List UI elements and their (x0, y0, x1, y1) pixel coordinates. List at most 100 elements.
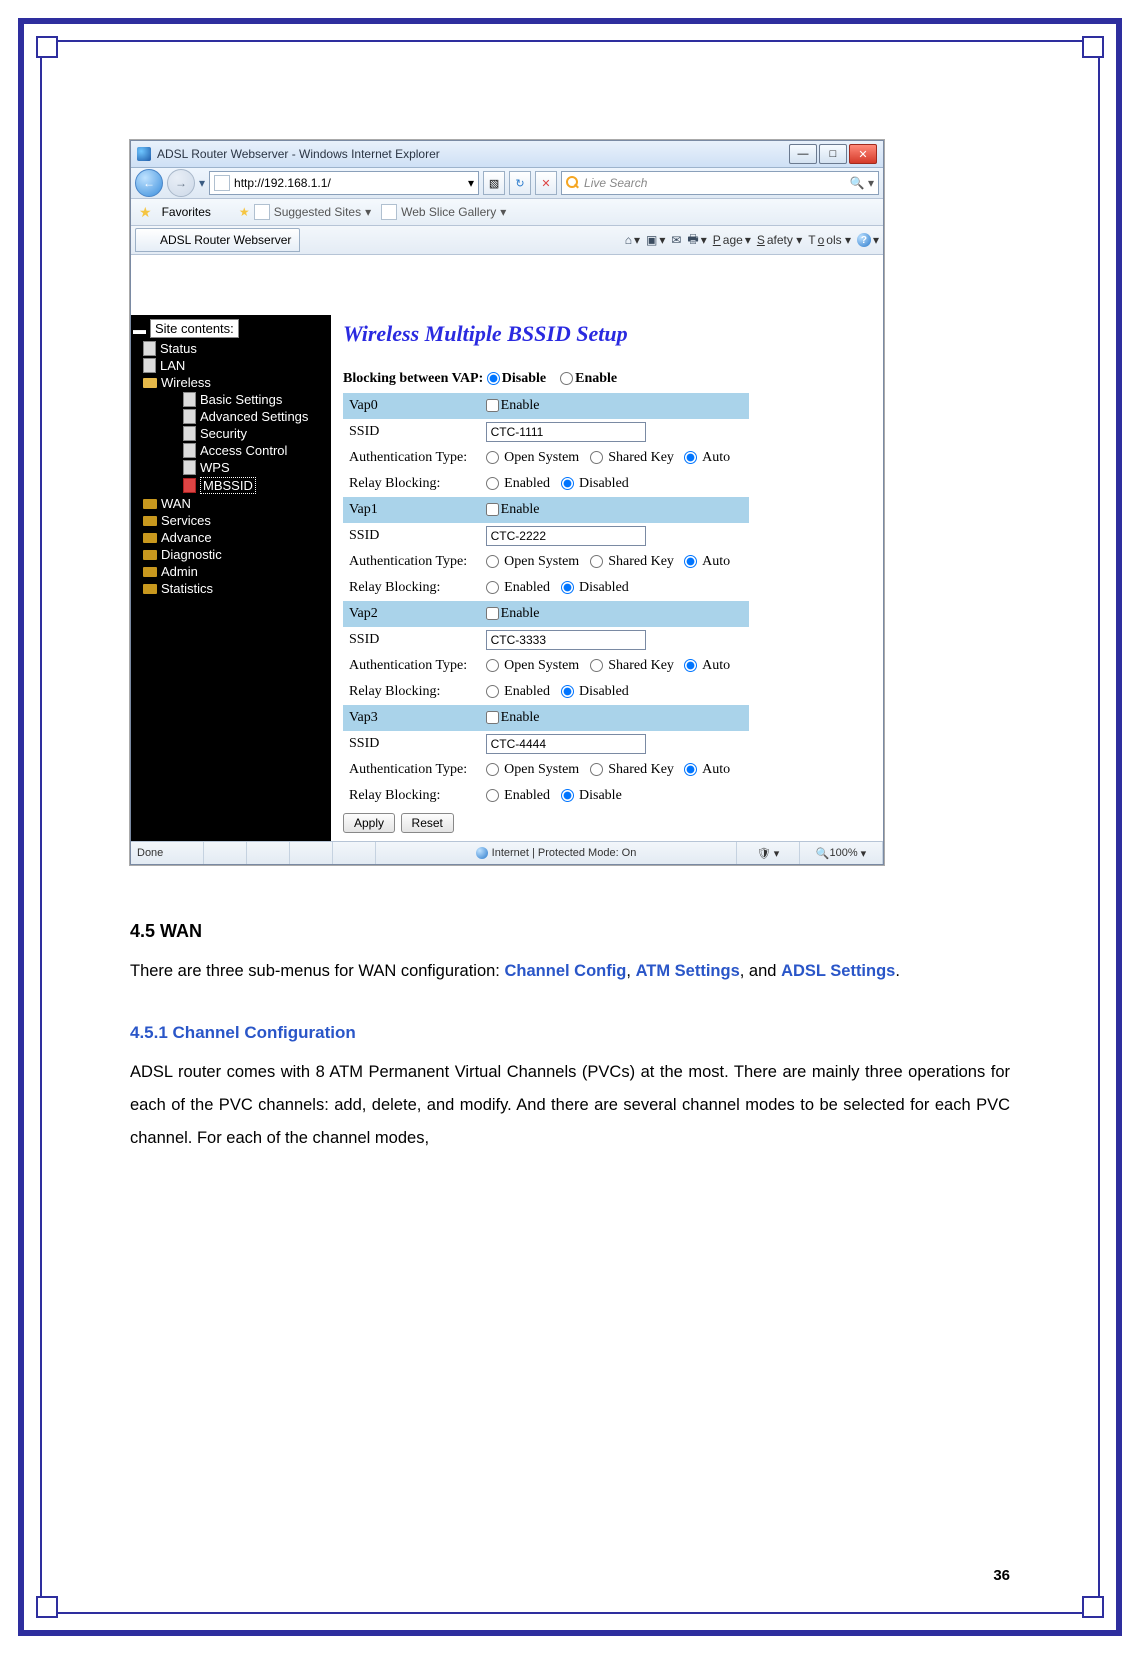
folder-icon (143, 499, 157, 509)
tree-item-wan[interactable]: WAN (131, 495, 331, 512)
vap0-relay-disabled-radio[interactable] (561, 477, 574, 490)
refresh-button[interactable]: ↻ (509, 171, 531, 195)
reset-button[interactable]: Reset (401, 813, 454, 833)
vap2-auth-shared-radio[interactable] (590, 659, 603, 672)
blocking-row: Blocking between VAP: Disable Enable (343, 371, 871, 387)
blocking-enable-radio[interactable] (560, 372, 573, 385)
doc-body: 4.5 WAN There are three sub-menus for WA… (130, 913, 1010, 1155)
status-zone: Internet | Protected Mode: On (492, 847, 637, 859)
doc-paragraph: There are three sub-menus for WAN config… (130, 955, 1010, 988)
home-button[interactable]: ⌂ ▾ (625, 233, 640, 247)
favorites-label[interactable]: Favorites (162, 205, 211, 219)
tree-item-access-control[interactable]: Access Control (131, 442, 331, 459)
vap-table: Vap0EnableSSIDAuthentication Type: Open … (343, 393, 749, 809)
feeds-button[interactable]: ▣ ▾ (646, 233, 665, 247)
page-icon (183, 443, 196, 458)
vap3-relay-disabled-radio[interactable] (561, 789, 574, 802)
vap3-auth-auto-radio[interactable] (684, 763, 697, 776)
tree-item-advance[interactable]: Advance (131, 529, 331, 546)
folder-open-icon (143, 378, 157, 388)
tree-item-status[interactable]: Status (131, 340, 331, 357)
zoom-control[interactable]: 🔍 100% ▾ (800, 842, 883, 864)
print-icon: 🖶 (687, 230, 698, 251)
vap1-ssid-input[interactable] (486, 526, 646, 546)
vap1-relay-enabled-radio[interactable] (486, 581, 499, 594)
status-done: Done (131, 842, 204, 864)
page-menu[interactable]: Page ▾ (713, 233, 751, 247)
vap0-auth-shared-radio[interactable] (590, 451, 603, 464)
vap0-enable-checkbox[interactable] (486, 399, 499, 412)
vap1-enable-checkbox[interactable] (486, 503, 499, 516)
site-contents-header: Site contents: (150, 319, 239, 338)
mail-button[interactable]: ✉ (671, 233, 681, 247)
apply-button[interactable]: Apply (343, 813, 395, 833)
close-button[interactable]: ✕ (849, 144, 877, 164)
maximize-button[interactable]: □ (819, 144, 847, 164)
tree-item-wireless[interactable]: Wireless (131, 374, 331, 391)
url-dropdown-icon[interactable]: ▾ (468, 176, 474, 190)
webslice-gallery[interactable]: Web Slice Gallery ▾ (381, 204, 506, 220)
vap2-relay-disabled-radio[interactable] (561, 685, 574, 698)
stop-button[interactable]: ✕ (535, 171, 557, 195)
vap1-auth-auto-radio[interactable] (684, 555, 697, 568)
vap2-ssid-input[interactable] (486, 630, 646, 650)
compat-button[interactable]: ▧ (483, 171, 505, 195)
safety-menu[interactable]: Safety ▾ (757, 233, 802, 247)
tree-item-basic-settings[interactable]: Basic Settings (131, 391, 331, 408)
browser-tab[interactable]: ADSL Router Webserver (135, 228, 300, 252)
tree-item-mbssid[interactable]: MBSSID (131, 476, 331, 495)
back-button[interactable]: ← (135, 169, 163, 197)
chevron-down-icon: ▾ (365, 205, 371, 219)
vap0-auth-auto-radio[interactable] (684, 451, 697, 464)
site-tree: ▬ Site contents: Status LAN Wireless Bas… (131, 315, 331, 841)
tree-item-diagnostic[interactable]: Diagnostic (131, 546, 331, 563)
vap1-auth-shared-radio[interactable] (590, 555, 603, 568)
vap2-auth-auto-radio[interactable] (684, 659, 697, 672)
protected-mode-icon[interactable]: 🛡 ▾ (737, 842, 800, 864)
vap3-relay-enabled-radio[interactable] (486, 789, 499, 802)
print-button[interactable]: 🖶 ▾ (687, 230, 706, 251)
url-text: http://192.168.1.1/ (234, 176, 464, 190)
tools-menu[interactable]: Tools ▾ (808, 233, 851, 247)
vap3-ssid-input[interactable] (486, 734, 646, 754)
blocking-disable-radio[interactable] (487, 372, 500, 385)
tree-item-wps[interactable]: WPS (131, 459, 331, 476)
search-box[interactable]: Live Search 🔍 ▾ (561, 171, 879, 195)
recent-dropdown-icon[interactable]: ▾ (199, 176, 205, 190)
search-go-icon[interactable]: 🔍 ▾ (850, 176, 874, 190)
folder-icon (143, 584, 157, 594)
vap3-auth-open-radio[interactable] (486, 763, 499, 776)
vap2-relay-enabled-radio[interactable] (486, 685, 499, 698)
vap0-auth-open-radio[interactable] (486, 451, 499, 464)
vap1-auth-open-radio[interactable] (486, 555, 499, 568)
ie-window: ADSL Router Webserver - Windows Internet… (130, 140, 884, 865)
tree-item-admin[interactable]: Admin (131, 563, 331, 580)
vap0-relay-enabled-radio[interactable] (486, 477, 499, 490)
doc-paragraph: ADSL router comes with 8 ATM Permanent V… (130, 1056, 1010, 1155)
favorites-bar: ★ Favorites ★ Suggested Sites ▾ Web Slic… (131, 199, 883, 226)
favorites-star-icon[interactable]: ★ (139, 204, 152, 221)
page-icon (183, 460, 196, 475)
vap1-relay-disabled-radio[interactable] (561, 581, 574, 594)
vap0-ssid-input[interactable] (486, 422, 646, 442)
help-icon: ? (857, 233, 871, 247)
page-icon (381, 204, 397, 220)
address-bar[interactable]: http://192.168.1.1/ ▾ (209, 171, 479, 195)
help-button[interactable]: ? ▾ (857, 233, 879, 247)
forward-button[interactable]: → (167, 169, 195, 197)
tree-item-advanced-settings[interactable]: Advanced Settings (131, 408, 331, 425)
page-favicon-icon (214, 175, 230, 191)
minimize-button[interactable]: — (789, 144, 817, 164)
tree-item-lan[interactable]: LAN (131, 357, 331, 374)
collapse-icon[interactable]: ▬ (133, 322, 146, 337)
vap3-auth-shared-radio[interactable] (590, 763, 603, 776)
search-icon (566, 176, 580, 190)
vap2-auth-open-radio[interactable] (486, 659, 499, 672)
tree-item-security[interactable]: Security (131, 425, 331, 442)
tree-item-statistics[interactable]: Statistics (131, 580, 331, 597)
window-title: ADSL Router Webserver - Windows Internet… (157, 147, 789, 161)
suggested-sites[interactable]: ★ Suggested Sites ▾ (239, 204, 371, 220)
tree-item-services[interactable]: Services (131, 512, 331, 529)
vap3-enable-checkbox[interactable] (486, 711, 499, 724)
vap2-enable-checkbox[interactable] (486, 607, 499, 620)
